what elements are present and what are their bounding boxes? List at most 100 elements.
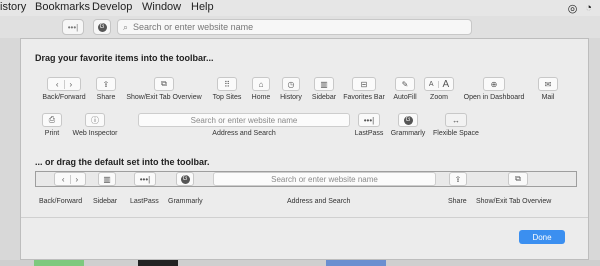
dashboard-icon: ⊕ [490,79,498,89]
address-placeholder: Search or enter website name [133,22,254,32]
item-label: Print [44,130,60,137]
menu-develop[interactable]: Develop [92,1,132,13]
default-back-forward: ‹ › [54,172,86,186]
default-toolbar-set[interactable]: ‹ › ▥ •••| G Search or enter website nam… [35,171,577,187]
item-back-forward[interactable]: ‹ › Back/Forward [36,77,92,101]
search-icon: ⌕ [123,21,129,32]
item-home[interactable]: ⌂ Home [247,77,275,101]
lastpass-button[interactable]: •••| [62,19,84,35]
default-sidebar: ▥ [98,172,116,186]
item-mail[interactable]: ✉ Mail [535,77,561,101]
item-label: AutoFill [393,94,417,101]
item-autofill[interactable]: ✎ AutoFill [389,77,421,101]
clock-icon: ◷ [287,79,295,89]
item-label: Address and Search [212,130,276,137]
wifi-icon[interactable]: ◔ [585,2,592,15]
default-label-lastpass: LastPass [130,198,159,205]
item-label: Flexible Space [433,130,479,137]
item-label: Home [251,94,271,101]
chevron-left-icon: ‹ [56,79,65,89]
background-tile [326,260,386,266]
item-label: Show/Exit Tab Overview [126,94,202,101]
zoom-in-icon: A [442,78,450,90]
share-icon: ⇪ [454,174,462,184]
flexible-space-icon: ↔ [452,115,460,125]
item-zoom[interactable]: A A Zoom [422,77,456,101]
favorites-bar-icon: ⊟ [360,79,368,89]
zoom-out-icon: A [429,80,439,88]
menu-extras: ◎ ◔ [568,2,592,15]
default-share: ⇪ [449,172,467,186]
grid-icon: ⠿ [224,79,230,89]
item-label: Favorites Bar [343,94,385,101]
lastpass-icon: •••| [139,174,151,184]
tab-overview-icon: ⧉ [515,174,521,183]
menu-window[interactable]: Window [142,1,181,13]
default-label-show-exit-tab-overview: Show/Exit Tab Overview [476,198,552,205]
default-address-field: Search or enter website name [213,172,436,186]
background-tile [34,260,84,266]
default-set-title: ... or drag the default set into the too… [35,157,210,167]
item-lastpass[interactable]: •••| LastPass [352,113,386,137]
item-label: History [280,94,302,101]
item-flexible-space[interactable]: ↔ Flexible Space [429,113,483,137]
item-label: Zoom [430,94,448,101]
item-label: Back/Forward [42,94,86,101]
sheet-title: Drag your favorite items into the toolba… [35,53,214,63]
background-tile [138,260,178,266]
mail-icon: ✉ [544,79,552,89]
item-label: LastPass [354,130,384,137]
item-address-and-search[interactable]: Search or enter website name Address and… [128,113,360,137]
item-top-sites[interactable]: ⠿ Top Sites [209,77,245,101]
default-tab-overview: ⧉ [508,172,528,186]
grammarly-icon: G [403,115,413,125]
item-web-inspector[interactable]: ⓘ Web Inspector [67,113,123,137]
item-show-exit-tab-overview[interactable]: ⧉ Show/Exit Tab Overview [118,77,210,101]
done-button[interactable]: Done [519,230,565,244]
address-bar[interactable]: ⌕ Search or enter website name [117,19,472,35]
default-label-address-and-search: Address and Search [287,198,351,205]
item-label: Open in Dashboard [463,94,525,101]
item-label: Share [96,94,116,101]
sidebar-icon: ▥ [320,79,328,89]
item-grammarly[interactable]: G Grammarly [388,113,428,137]
lastpass-icon: •••| [363,115,375,125]
tab-overview-icon: ⧉ [161,79,167,88]
menu-bookmarks[interactable]: Bookmarks [35,1,90,13]
lastpass-icon: •••| [67,22,79,32]
item-open-in-dashboard[interactable]: ⊕ Open in Dashboard [459,77,529,101]
share-icon: ⇪ [102,79,110,89]
item-favorites-bar[interactable]: ⊟ Favorites Bar [339,77,389,101]
item-label: Top Sites [212,94,242,101]
default-label-sidebar: Sidebar [93,198,118,205]
item-print[interactable]: ⎙ Print [39,113,65,137]
default-label-back-forward: Back/Forward [39,198,83,205]
info-icon: ⓘ [91,115,99,125]
item-history[interactable]: ◷ History [276,77,306,101]
menu-help[interactable]: Help [191,1,214,13]
address-field-sample: Search or enter website name [138,113,350,127]
menu-bar: istory Bookmarks Develop Window Help ◎ ◔ [0,0,600,16]
item-label: Web Inspector [72,130,118,137]
item-share[interactable]: ⇪ Share [91,77,121,101]
default-label-share: Share [448,198,467,205]
customize-toolbar-sheet: Drag your favorite items into the toolba… [20,38,589,260]
item-label: Sidebar [311,94,337,101]
background-window-strip [0,260,600,266]
sidebar-icon: ▥ [103,174,111,184]
default-grammarly: G [176,172,194,186]
item-label: Grammarly [390,130,426,137]
chevron-right-icon: › [75,174,79,184]
grammarly-button[interactable]: G [93,19,111,35]
default-label-grammarly: Grammarly [168,198,203,205]
chevron-left-icon: ‹ [62,174,71,184]
item-label: Mail [541,94,555,101]
autofill-icon: ✎ [401,79,409,89]
grammarly-icon: G [180,174,190,184]
item-sidebar[interactable]: ▥ Sidebar [308,77,340,101]
home-icon: ⌂ [258,79,264,89]
creative-cloud-icon[interactable]: ◎ [568,2,578,15]
chevron-right-icon: › [69,79,73,89]
printer-icon: ⎙ [48,115,56,124]
menu-history[interactable]: istory [0,1,26,13]
